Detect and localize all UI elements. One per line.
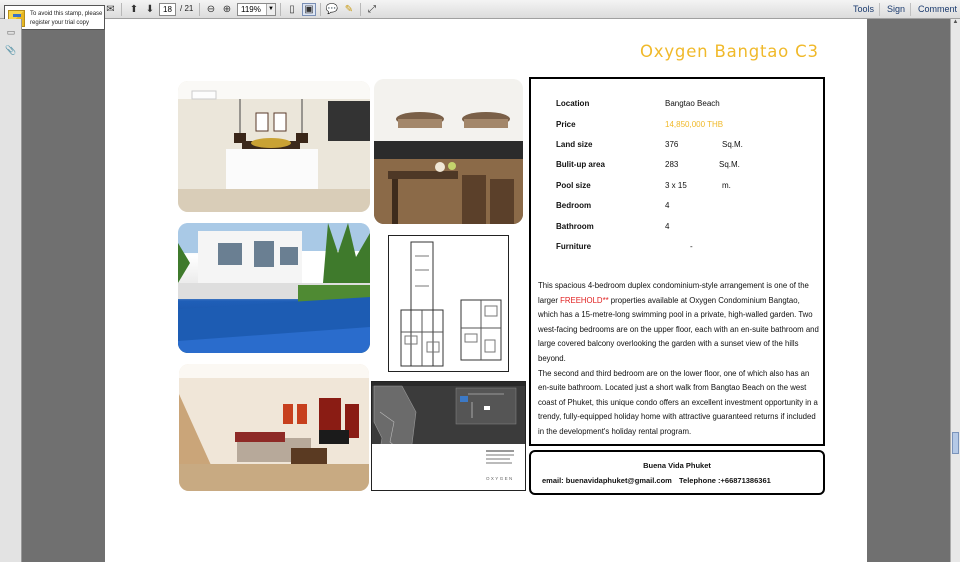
map-brand-text: OXYGEN xyxy=(486,476,514,481)
description-text: The second and third bedroom are on the … xyxy=(538,368,818,436)
tools-link[interactable]: Tools xyxy=(853,4,874,14)
pool-photo xyxy=(178,223,370,353)
contact-telephone: Telephone :+66871386361 xyxy=(679,476,771,485)
page-number-input[interactable]: 18 xyxy=(159,3,176,16)
page-title: Oxygen Bangtao C3 xyxy=(640,42,819,61)
spec-value: 283 xyxy=(665,160,679,169)
zoom-out-icon[interactable]: ⊖ xyxy=(204,3,218,16)
agency-name: Buena Vida Phuket xyxy=(643,461,711,470)
left-navigation-panel: ▭ 📎 xyxy=(0,19,22,562)
bedroom-photo xyxy=(178,81,370,212)
toolbar-divider xyxy=(910,3,911,16)
toolbar-divider xyxy=(280,3,281,16)
fit-width-icon[interactable]: ▣ xyxy=(302,3,316,16)
contact-box: Buena Vida Phuket email: buenavidaphuket… xyxy=(529,450,825,495)
location-map-image: OXYGEN xyxy=(371,381,526,491)
attachment-icon[interactable]: 📎 xyxy=(5,45,17,55)
spec-label: Pool size xyxy=(556,181,591,190)
contact-email: email: buenavidaphuket@gmail.com xyxy=(542,476,672,485)
expand-icon[interactable]: ⤢ xyxy=(365,3,379,16)
fit-page-icon[interactable]: ▯ xyxy=(285,3,299,16)
spec-value: Bangtao Beach xyxy=(665,99,720,108)
toolbar-divider xyxy=(360,3,361,16)
sign-link[interactable]: Sign xyxy=(887,4,905,14)
page-total-label: / 21 xyxy=(180,4,194,13)
floor-plan-image xyxy=(388,235,509,372)
property-description: This spacious 4-bedroom duplex condomini… xyxy=(538,279,820,440)
spec-label: Bulit-up area xyxy=(556,160,605,169)
toolbar-divider xyxy=(121,3,122,16)
email-icon[interactable]: ✉ xyxy=(104,3,117,16)
stamp-text: To avoid this stamp, please register you… xyxy=(30,11,103,26)
spec-label: Location xyxy=(556,99,590,108)
chevron-down-icon[interactable]: ▼ xyxy=(266,4,275,15)
spec-value: 4 xyxy=(665,201,670,210)
spec-unit: m. xyxy=(722,181,731,190)
toolbar-divider xyxy=(320,3,321,16)
spec-value: 3 x 15 xyxy=(665,181,687,190)
spec-label: Furniture xyxy=(556,242,592,251)
highlight-icon[interactable]: ✎ xyxy=(342,3,356,16)
description-text: properties available at Oxygen Condomini… xyxy=(538,295,819,363)
spec-unit: Sq.M. xyxy=(719,160,740,169)
spec-label: Price xyxy=(556,120,576,129)
kitchen-photo xyxy=(374,79,523,224)
scroll-thumb[interactable] xyxy=(952,432,959,454)
living-room-photo xyxy=(179,364,369,491)
next-page-icon[interactable]: ⬇ xyxy=(143,3,157,16)
toolbar-divider xyxy=(199,3,200,16)
freehold-highlight: FREEHOLD** xyxy=(560,295,609,305)
spec-label: Bathroom xyxy=(556,222,594,231)
spec-label: Bedroom xyxy=(556,201,592,210)
vertical-scrollbar[interactable]: ▲ xyxy=(950,19,960,562)
previous-page-icon[interactable]: ⬆ xyxy=(127,3,141,16)
spec-unit: Sq.M. xyxy=(722,140,743,149)
spec-value: 376 xyxy=(665,140,679,149)
zoom-in-icon[interactable]: ⊕ xyxy=(220,3,234,16)
document-page: Oxygen Bangtao C3 OXYGEN Location Bangta… xyxy=(105,19,867,562)
toolbar: ✉ ⬆ ⬇ 18 / 21 ⊖ ⊕ 119% ▼ ▯ ▣ 💬 ✎ ⤢ Tools… xyxy=(0,0,960,19)
property-details-box: Location Bangtao Beach Price 14,850,000 … xyxy=(529,77,825,446)
scroll-up-icon[interactable]: ▲ xyxy=(951,19,960,29)
pages-icon[interactable]: ▭ xyxy=(5,27,17,37)
zoom-value: 119% xyxy=(241,5,261,14)
comment-bubble-icon[interactable]: 💬 xyxy=(325,3,339,16)
spec-value: 4 xyxy=(665,222,670,231)
toolbar-divider xyxy=(879,3,880,16)
spec-value: - xyxy=(690,242,693,251)
spec-value-price: 14,850,000 THB xyxy=(665,120,724,129)
zoom-select[interactable]: 119% ▼ xyxy=(237,3,276,16)
comment-link[interactable]: Comment xyxy=(918,4,957,14)
spec-label: Land size xyxy=(556,140,593,149)
